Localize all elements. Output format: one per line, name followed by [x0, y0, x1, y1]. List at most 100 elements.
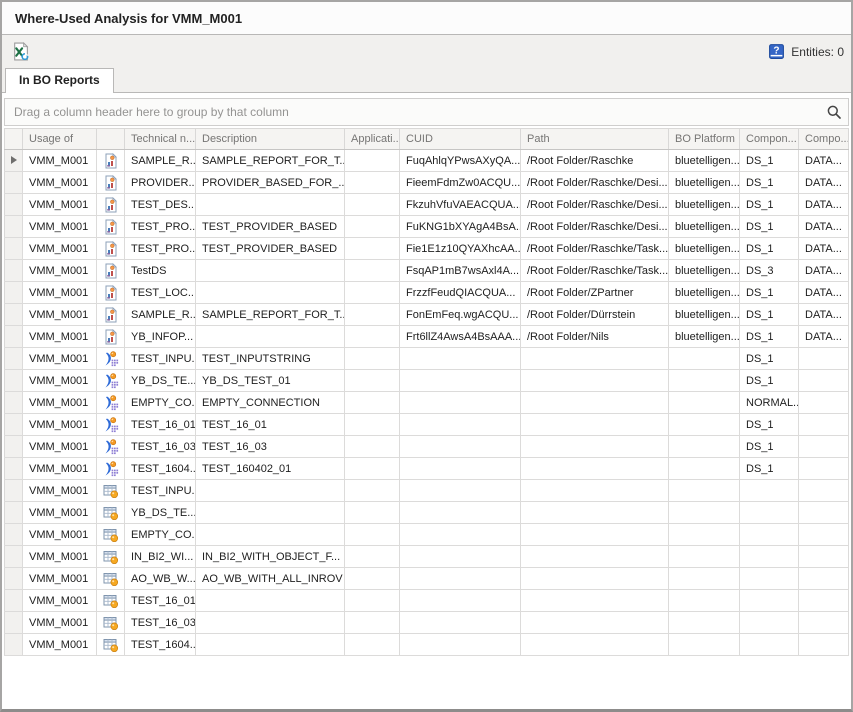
cell-application: [345, 238, 400, 260]
cell-application: [345, 524, 400, 546]
cell-cuid: FieemFdmZw0ACQU...: [400, 172, 521, 194]
cell-application: [345, 348, 400, 370]
cell-object-type: [97, 194, 125, 216]
cell-application: [345, 216, 400, 238]
cell-object-type: [97, 502, 125, 524]
cell-object-type: [97, 150, 125, 172]
column-header-technical-name[interactable]: Technical n...: [125, 129, 196, 150]
webi-report-icon: [103, 197, 119, 213]
table-row[interactable]: VMM_M001TEST_16_01TEST_16_01DS_1: [5, 414, 849, 436]
table-row[interactable]: VMM_M001YB_INFOP...Frt6llZ4AwsA4BsAAA...…: [5, 326, 849, 348]
column-header-description[interactable]: Description: [196, 129, 345, 150]
cell-usage-of: VMM_M001: [23, 392, 97, 414]
table-row[interactable]: VMM_M001TEST_INPU...: [5, 480, 849, 502]
column-header-application[interactable]: Applicati...: [345, 129, 400, 150]
cell-technical-name: AO_WB_W...: [125, 568, 196, 590]
column-header-indicator[interactable]: [5, 129, 23, 150]
table-row[interactable]: VMM_M001TEST_1604...TEST_160402_01DS_1: [5, 458, 849, 480]
window-titlebar: Where-Used Analysis for VMM_M001: [2, 2, 851, 35]
table-row[interactable]: VMM_M001TEST_PRO...TEST_PROVIDER_BASEDFi…: [5, 238, 849, 260]
cell-cuid: [400, 568, 521, 590]
cell-component-1: DS_1: [740, 172, 799, 194]
cell-technical-name: YB_INFOP...: [125, 326, 196, 348]
cell-path: [521, 392, 669, 414]
column-header-component-2[interactable]: Compo...: [799, 129, 849, 150]
table-row[interactable]: VMM_M001YB_DS_TE...YB_DS_TEST_01DS_1: [5, 370, 849, 392]
table-row[interactable]: VMM_M001TEST_16_01: [5, 590, 849, 612]
table-row[interactable]: VMM_M001TestDSFsqAP1mB7wsAxl4A.../Root F…: [5, 260, 849, 282]
cell-bo-platform: bluetelligen...: [669, 172, 740, 194]
column-header-type-icon[interactable]: [97, 129, 125, 150]
row-indicator-cell: [5, 194, 23, 216]
cell-object-type: [97, 370, 125, 392]
cell-cuid: [400, 502, 521, 524]
column-header-cuid[interactable]: CUID: [400, 129, 521, 150]
excel-export-icon: [11, 42, 30, 61]
table-row[interactable]: VMM_M001TEST_DES...FkzuhVfuVAEACQUA.../R…: [5, 194, 849, 216]
table-row[interactable]: VMM_M001TEST_16_03: [5, 612, 849, 634]
cell-usage-of: VMM_M001: [23, 414, 97, 436]
cell-bo-platform: [669, 590, 740, 612]
cell-cuid: FkzuhVfuVAEACQUA...: [400, 194, 521, 216]
connection-icon: [103, 351, 119, 367]
table-row[interactable]: VMM_M001YB_DS_TE...: [5, 502, 849, 524]
tab-in-bo-reports[interactable]: In BO Reports: [5, 68, 114, 93]
group-by-panel[interactable]: Drag a column header here to group by th…: [4, 98, 849, 126]
column-header-component-1[interactable]: Compon...: [740, 129, 799, 150]
table-icon: [103, 527, 119, 543]
cell-description: AO_WB_WITH_ALL_INROV: [196, 568, 345, 590]
cell-component-1: DS_1: [740, 436, 799, 458]
cell-application: [345, 282, 400, 304]
table-row[interactable]: VMM_M001EMPTY_CO...EMPTY_CONNECTIONNORMA…: [5, 392, 849, 414]
cell-bo-platform: [669, 436, 740, 458]
cell-component-2: DATA...: [799, 172, 849, 194]
connection-icon: [103, 439, 119, 455]
cell-application: [345, 436, 400, 458]
cell-object-type: [97, 480, 125, 502]
cell-cuid: [400, 546, 521, 568]
table-row[interactable]: VMM_M001PROVIDER...PROVIDER_BASED_FOR_..…: [5, 172, 849, 194]
column-header-path[interactable]: Path: [521, 129, 669, 150]
cell-description: IN_BI2_WITH_OBJECT_F...: [196, 546, 345, 568]
cell-description: [196, 326, 345, 348]
webi-report-icon: [103, 307, 119, 323]
cell-object-type: [97, 458, 125, 480]
export-to-excel-button[interactable]: [8, 40, 32, 64]
cell-description: EMPTY_CONNECTION: [196, 392, 345, 414]
cell-description: TEST_160402_01: [196, 458, 345, 480]
cell-application: [345, 546, 400, 568]
cell-description: [196, 612, 345, 634]
cell-object-type: [97, 304, 125, 326]
cell-component-1: DS_1: [740, 458, 799, 480]
column-header-usage-of[interactable]: Usage of: [23, 129, 97, 150]
row-indicator-cell: [5, 326, 23, 348]
row-indicator-cell: [5, 590, 23, 612]
column-header-bo-platform[interactable]: BO Platform: [669, 129, 740, 150]
cell-path: /Root Folder/Raschke: [521, 150, 669, 172]
table-row[interactable]: VMM_M001TEST_1604...: [5, 634, 849, 656]
cell-technical-name: TEST_16_01: [125, 414, 196, 436]
table-row[interactable]: VMM_M001SAMPLE_R...SAMPLE_REPORT_FOR_T..…: [5, 150, 849, 172]
help-book-icon[interactable]: [768, 43, 785, 60]
cell-component-2: [799, 370, 849, 392]
cell-bo-platform: [669, 414, 740, 436]
table-row[interactable]: VMM_M001TEST_16_03TEST_16_03DS_1: [5, 436, 849, 458]
table-row[interactable]: VMM_M001TEST_PRO...TEST_PROVIDER_BASEDFu…: [5, 216, 849, 238]
cell-path: [521, 480, 669, 502]
cell-bo-platform: [669, 480, 740, 502]
magnifier-icon[interactable]: [826, 104, 842, 120]
entities-status: Entities: 0: [768, 43, 844, 60]
table-row[interactable]: VMM_M001TEST_LOC...FrzzfFeudQIACQUA.../R…: [5, 282, 849, 304]
cell-component-1: DS_1: [740, 370, 799, 392]
cell-technical-name: SAMPLE_R...: [125, 150, 196, 172]
table-row[interactable]: VMM_M001AO_WB_W...AO_WB_WITH_ALL_INROV: [5, 568, 849, 590]
cell-component-2: [799, 458, 849, 480]
cell-bo-platform: bluetelligen...: [669, 150, 740, 172]
table-row[interactable]: VMM_M001IN_BI2_WI...IN_BI2_WITH_OBJECT_F…: [5, 546, 849, 568]
cell-component-2: [799, 546, 849, 568]
table-row[interactable]: VMM_M001EMPTY_CO...: [5, 524, 849, 546]
table-row[interactable]: VMM_M001TEST_INPU...TEST_INPUTSTRINGDS_1: [5, 348, 849, 370]
cell-component-1: [740, 612, 799, 634]
table-row[interactable]: VMM_M001SAMPLE_R...SAMPLE_REPORT_FOR_T..…: [5, 304, 849, 326]
cell-usage-of: VMM_M001: [23, 634, 97, 656]
